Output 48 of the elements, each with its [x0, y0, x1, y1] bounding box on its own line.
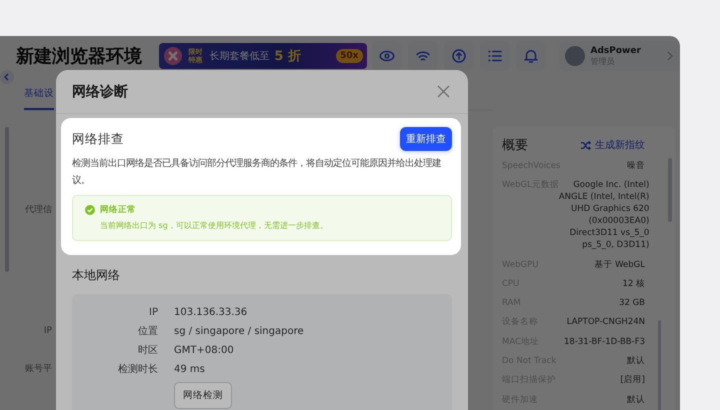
back-button[interactable]: [0, 70, 14, 84]
list-icon[interactable]: [480, 41, 510, 71]
summary-value: [启用]: [620, 374, 645, 386]
summary-value: LAPTOP-CNGH24N: [566, 316, 645, 328]
avatar-icon: [564, 46, 584, 66]
summary-value: 噪音: [627, 160, 645, 172]
result-title: 网络正常: [100, 204, 136, 216]
recheck-button[interactable]: 重新排查: [400, 127, 452, 151]
field-label: IP: [148, 306, 158, 320]
wifi-icon[interactable]: [408, 41, 438, 71]
tab[interactable]: 基础设: [24, 85, 54, 110]
shuffle-icon: [580, 140, 591, 150]
summary-value: Google Inc. (Intel) ANGLE (Intel, Intel(R) UHD Graphics 620 (0x00003EA0) Direct3D11 vs_5_0 ps_5_0, D3D11): [558, 179, 650, 252]
panel-title: 概要: [502, 137, 528, 154]
chevron-right-icon: [666, 51, 674, 61]
summary-value: 默认: [627, 355, 645, 368]
promo-badge: 50x: [336, 49, 362, 63]
promo-text: 长期套餐低至: [209, 50, 270, 63]
field-label: 时区: [137, 344, 158, 358]
field-value: sg / singapore / singapore: [174, 325, 304, 339]
promo-discount: 5 折: [274, 48, 301, 65]
field-label: 位置: [137, 324, 158, 339]
field-label: 检测时长: [117, 362, 158, 377]
description: 检测当前出口网络是否已具备访问部分代理服务商的条件，将自动定位可能原因并给出处理建议。: [72, 157, 442, 188]
chevron-left-icon: [3, 73, 11, 81]
eye-icon[interactable]: [372, 41, 402, 71]
close-icon[interactable]: [437, 85, 450, 98]
section-title: 本地网络: [72, 267, 121, 284]
summary-value: 32 GB: [619, 297, 645, 310]
page-title: 新建浏览器环境: [16, 45, 143, 68]
field-value: 103.136.33.36: [174, 306, 248, 320]
field-value: GMT+08:00: [174, 344, 234, 358]
summary-value: 基于 WebGL: [594, 258, 645, 271]
network-test-button[interactable]: 网络检测: [174, 382, 232, 409]
form-label: 账号平: [25, 362, 52, 375]
generate-fingerprint-link[interactable]: 生成新指纹: [580, 138, 645, 152]
result-message: 当前网络出口为 sg，可以正常使用环境代理，无需进一步排查。: [100, 220, 329, 231]
summary-value: 默认: [627, 394, 645, 406]
dialog-title: 网络诊断: [72, 82, 128, 100]
field-value: 49 ms: [174, 363, 205, 377]
section-title: 网络排查: [72, 130, 124, 148]
form-label: IP: [44, 326, 52, 336]
summary-value: 12 核: [622, 278, 645, 290]
check-circle-icon: [85, 205, 95, 215]
bell-icon[interactable]: [516, 41, 546, 71]
user-name: AdsPower: [590, 46, 641, 56]
summary-value: 18-31-BF-1D-BB-F3: [564, 336, 645, 348]
form-label: 代理信: [25, 204, 52, 216]
